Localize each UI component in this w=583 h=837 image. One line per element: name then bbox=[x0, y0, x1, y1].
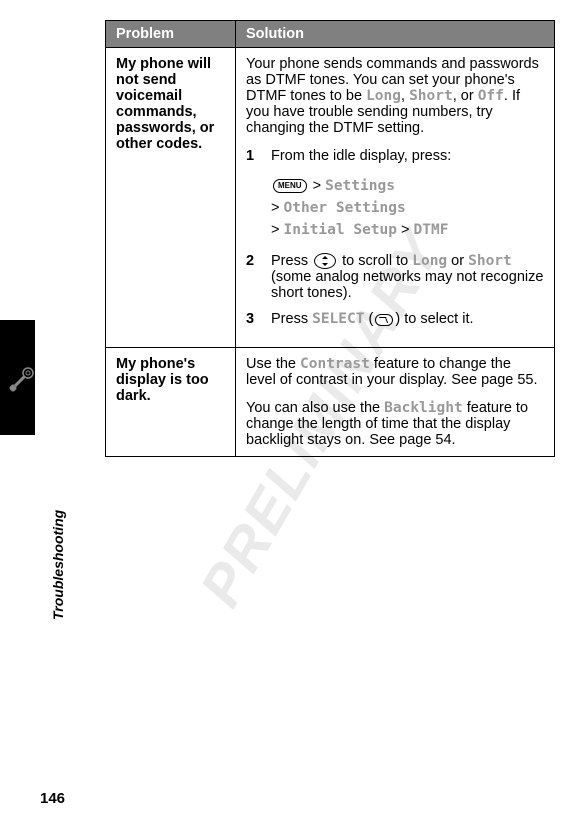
para-text: You can also use the Backlight feature t… bbox=[246, 400, 544, 448]
menu-path-other: Other Settings bbox=[284, 200, 406, 216]
navigation-path: MENU > Settings > Other Settings > Initi… bbox=[246, 176, 544, 241]
problem-cell: My phone's display is too dark. bbox=[106, 348, 236, 457]
menu-option-backlight: Backlight bbox=[384, 400, 463, 416]
scroll-button-icon bbox=[314, 253, 336, 269]
intro-text: Your phone sends commands and passwords … bbox=[246, 56, 544, 136]
header-solution: Solution bbox=[236, 21, 555, 48]
menu-path-settings: Settings bbox=[325, 178, 395, 194]
menu-option-contrast: Contrast bbox=[300, 356, 370, 372]
step-text: From the idle display, press: bbox=[271, 148, 544, 164]
table-row: My phone will not send voicemail command… bbox=[106, 48, 555, 348]
step-item: 3 Press SELECT () to select it. bbox=[246, 311, 544, 327]
menu-path-initial: Initial Setup bbox=[284, 222, 398, 238]
softkey-icon bbox=[375, 314, 393, 326]
wrench-gear-icon bbox=[8, 365, 36, 393]
menu-option-long: Long bbox=[412, 253, 447, 269]
problem-cell: My phone will not send voicemail command… bbox=[106, 48, 236, 348]
menu-button-icon: MENU bbox=[273, 179, 307, 193]
solution-cell: Use the Contrast feature to change the l… bbox=[236, 348, 555, 457]
step-item: 2 Press to scroll to Long or Short (some… bbox=[246, 253, 544, 301]
menu-option-short: Short bbox=[468, 253, 512, 269]
step-item: 1 From the idle display, press: bbox=[246, 148, 544, 164]
table-row: My phone's display is too dark. Use the … bbox=[106, 348, 555, 457]
menu-option-select: SELECT bbox=[312, 311, 364, 327]
solution-cell: Your phone sends commands and passwords … bbox=[236, 48, 555, 348]
troubleshooting-table: Problem Solution My phone will not send … bbox=[105, 20, 555, 457]
step-number: 2 bbox=[246, 253, 271, 269]
menu-path-dtmf: DTMF bbox=[414, 222, 449, 238]
step-number: 3 bbox=[246, 311, 271, 327]
page-number: 146 bbox=[40, 790, 65, 807]
header-problem: Problem bbox=[106, 21, 236, 48]
menu-option-long: Long bbox=[366, 88, 401, 104]
menu-option-off: Off bbox=[478, 88, 504, 104]
menu-option-short: Short bbox=[409, 88, 453, 104]
step-text: Press SELECT () to select it. bbox=[271, 311, 544, 327]
steps-list-cont: 2 Press to scroll to Long or Short (some… bbox=[246, 253, 544, 327]
step-text: Press to scroll to Long or Short (some a… bbox=[271, 253, 544, 301]
para-text: Use the Contrast feature to change the l… bbox=[246, 356, 544, 388]
step-number: 1 bbox=[246, 148, 271, 164]
side-section-label: Troubleshooting bbox=[50, 510, 66, 620]
steps-list: 1 From the idle display, press: bbox=[246, 148, 544, 164]
